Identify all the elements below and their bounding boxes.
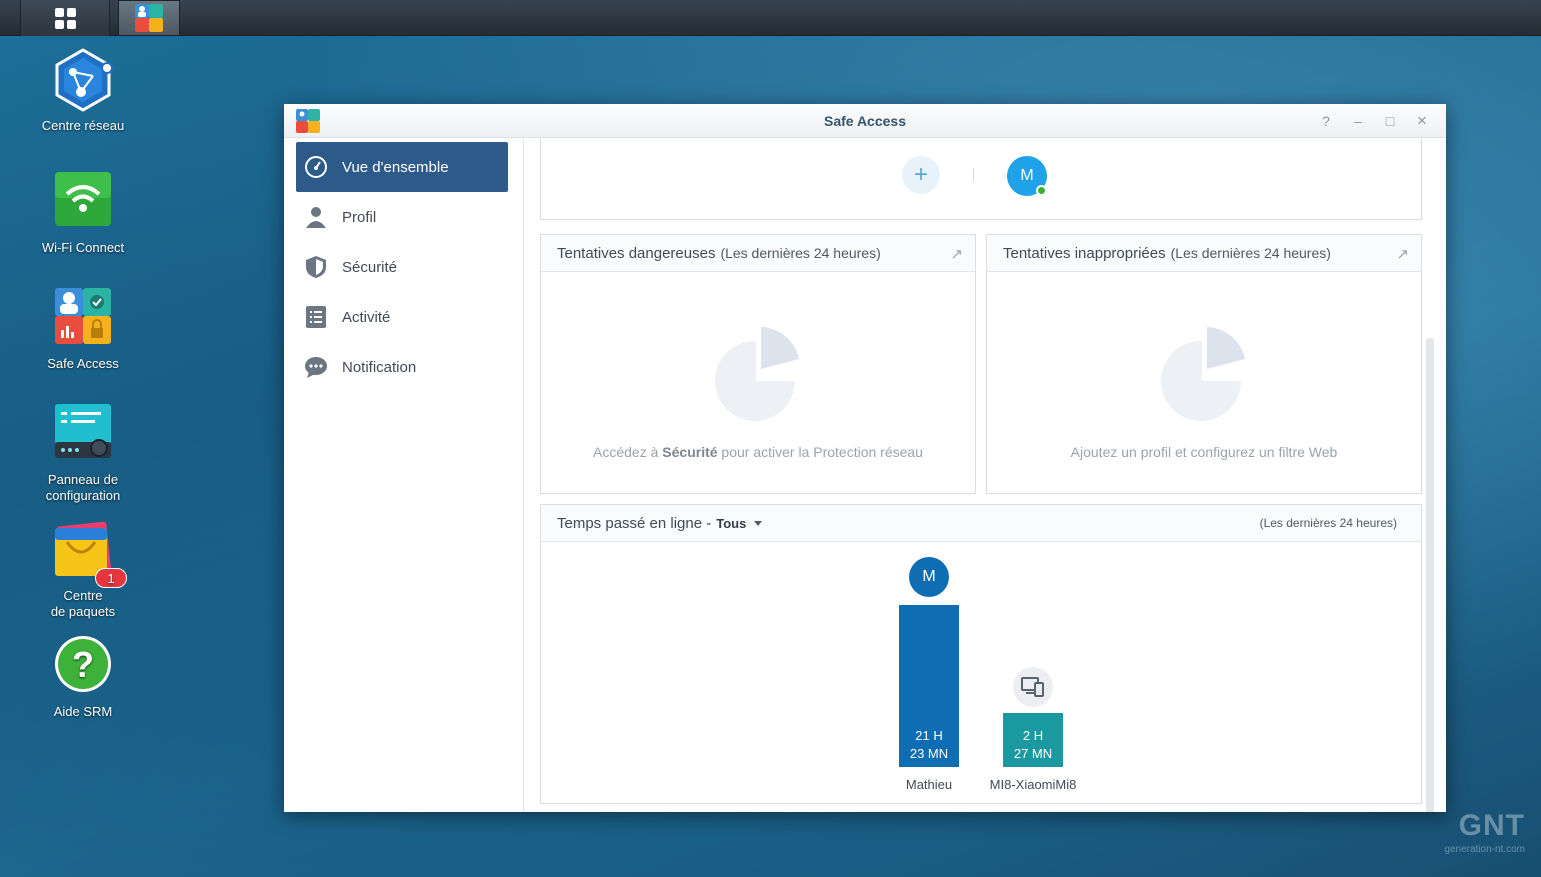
desktop-icon-safe-access[interactable]: Safe Access [13,286,153,372]
desktop-icon-wifi-connect[interactable]: Wi-Fi Connect [13,170,153,256]
desktop-icon-label: Aide SRM [53,704,113,719]
watermark-subtitle: generation-nt.com [1444,844,1525,855]
desktop-icon-help[interactable]: ? Aide SRM [13,634,153,720]
watermark-logo: GNT [1458,809,1525,842]
desktop-icon-label: Safe Access [47,356,119,371]
sidebar-item-security[interactable]: Sécurité [296,242,508,292]
panel-title: Tentatives inappropriées [1003,244,1166,262]
sidebar-item-label: Notification [342,358,417,376]
wifi-icon [51,170,115,234]
expand-icon[interactable]: ↗ [950,245,963,263]
online-time-panel: Temps passé en ligne - Tous (Les dernièr… [540,504,1422,804]
sidebar: Vue d'ensemble Profil Sécurité Activité … [284,138,524,812]
bar-category-label: MI8-XiaomiMi8 [989,777,1077,792]
sidebar-item-activity[interactable]: Activité [296,292,508,342]
desktop-icon-label: Centre réseau [41,118,125,133]
empty-pie-chart-icon [1161,327,1245,421]
maximize-button[interactable]: □ [1381,112,1399,130]
profiles-panel: + M [540,138,1422,220]
user-icon [304,205,328,229]
bar-value-label: 21 H 23 MN [899,727,959,763]
sidebar-item-label: Profil [342,208,377,226]
add-profile-button[interactable]: + [902,156,940,194]
desktop-icon-package-center[interactable]: 1 Centre de paquets [13,518,153,620]
main-content: + M Tentatives dangereuses (Les dernière… [525,138,1446,812]
empty-pie-chart-icon [715,327,799,421]
minimize-button[interactable]: – [1349,112,1367,130]
chat-bubble-icon [304,355,328,379]
online-status-dot [1036,185,1047,196]
window-titlebar[interactable]: Safe Access ? – □ × [284,104,1446,138]
desktop-icon-control-panel[interactable]: Panneau de configuration [13,402,153,504]
empty-state-message: Ajoutez un profil et configurez un filtr… [1070,444,1338,460]
help-button[interactable]: ? [1317,112,1335,130]
panel-title: Temps passé en ligne - [557,514,712,532]
inappropriate-attempts-panel: Tentatives inappropriées (Les dernières … [986,234,1422,494]
bar-minutes: 23 MN [909,746,949,761]
grid-icon [54,7,76,29]
bar-value-label: 2 H 27 MN [1003,727,1063,763]
user-avatar: M [909,557,949,597]
package-center-icon: 1 [51,518,127,588]
notification-badge: 1 [95,568,127,588]
dangerous-attempts-panel: Tentatives dangereuses (Les dernières 24… [540,234,976,494]
close-button[interactable]: × [1413,112,1431,130]
sidebar-item-notification[interactable]: Notification [296,342,508,392]
desktop-icon-label: Wi-Fi Connect [41,240,125,255]
svg-text:?: ? [72,644,94,685]
panel-header: Tentatives dangereuses (Les dernières 24… [541,235,975,272]
period-label: (Les dernières 24 heures) [1259,516,1397,530]
devices-icon [1013,667,1053,707]
dashboard-icon [304,155,328,179]
safe-access-window: Safe Access ? – □ × Vue d'ensemble Profi… [284,104,1446,812]
safe-access-icon [51,286,115,350]
caret-down-icon [754,520,763,526]
sidebar-item-profile[interactable]: Profil [296,192,508,242]
expand-icon[interactable]: ↗ [1396,245,1409,263]
filter-dropdown[interactable]: Tous [716,515,763,531]
bar-hours: 2 H [1022,728,1044,743]
security-link[interactable]: Sécurité [662,444,717,460]
panel-header: Tentatives inappropriées (Les dernières … [987,235,1421,272]
safe-access-icon [135,4,163,32]
bar-minutes: 27 MN [1013,746,1053,761]
taskbar [0,0,1541,36]
bar-hours: 21 H [915,728,943,743]
shield-icon [304,255,328,279]
desktop-icon-network-center[interactable]: Centre réseau [13,48,153,134]
control-panel-icon [51,402,115,466]
main-menu-button[interactable] [20,0,110,36]
panel-title: Tentatives dangereuses [557,244,716,262]
message-text: pour activer la Protection réseau [717,444,923,460]
empty-state-message: Accédez à Sécurité pour activer la Prote… [541,444,975,460]
desktop-icon-label: Panneau de configuration [45,472,121,503]
sidebar-item-label: Vue d'ensemble [342,158,449,176]
panel-header: Temps passé en ligne - Tous (Les dernièr… [541,505,1421,542]
desktop-icon-label: Centre de paquets [50,588,116,619]
network-center-icon [51,48,115,112]
list-icon [304,305,328,329]
scrollbar[interactable] [1426,338,1434,812]
help-icon: ? [51,634,115,698]
panel-subtitle: (Les dernières 24 heures) [720,245,881,261]
filter-value: Tous [716,515,747,531]
divider [973,168,974,182]
sidebar-item-overview[interactable]: Vue d'ensemble [296,142,508,192]
sidebar-item-label: Sécurité [342,258,398,276]
window-title: Safe Access [824,113,906,129]
panel-subtitle: (Les dernières 24 heures) [1170,245,1331,261]
taskbar-safe-access-button[interactable] [118,0,180,36]
message-text: Accédez à [593,444,663,460]
sidebar-item-label: Activité [342,308,391,326]
